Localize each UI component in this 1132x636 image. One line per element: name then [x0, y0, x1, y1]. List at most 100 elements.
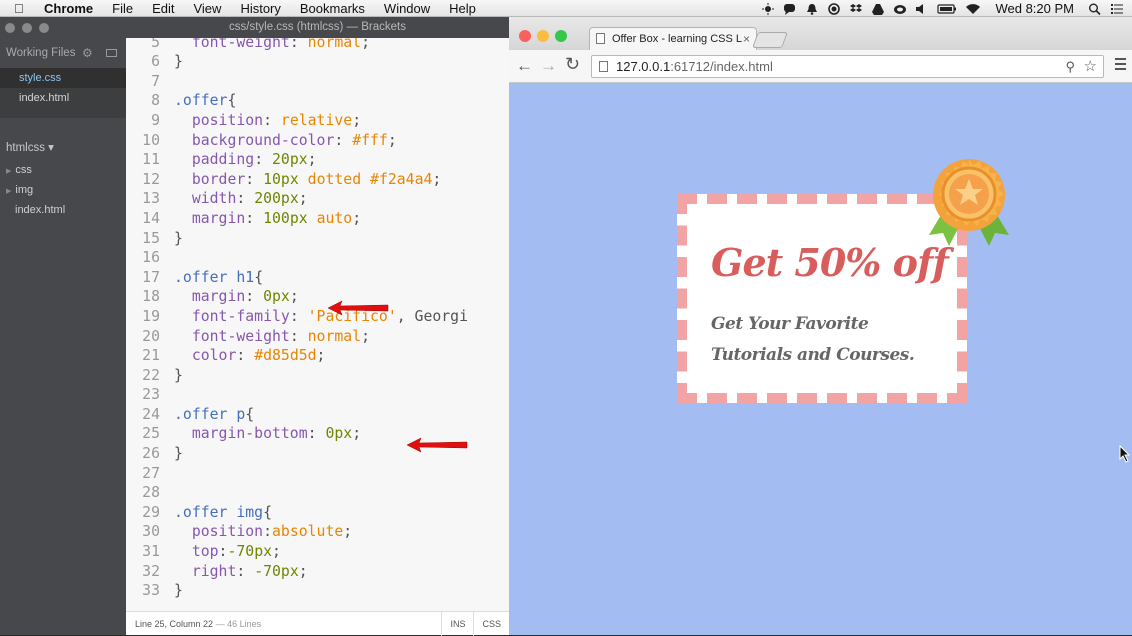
- code-line[interactable]: 18 margin: 0px;: [126, 287, 509, 307]
- menu-history[interactable]: History: [240, 1, 280, 16]
- forward-icon[interactable]: →: [540, 56, 557, 76]
- code-line[interactable]: 14 margin: 100px auto;: [126, 209, 509, 229]
- apple-icon[interactable]: : [14, 1, 34, 16]
- creative-cloud-icon[interactable]: [893, 3, 907, 15]
- chrome-minimize-button[interactable]: [537, 30, 549, 42]
- line-count: — 46 Lines: [215, 618, 262, 629]
- code-line[interactable]: 32 right: -70px;: [126, 562, 509, 582]
- code-token: ;: [298, 190, 308, 208]
- code-token: ;: [289, 288, 299, 306]
- code-line[interactable]: 11 padding: 20px;: [126, 150, 509, 170]
- code-line[interactable]: 21 color: #d85d5d;: [126, 346, 509, 366]
- insert-mode-toggle[interactable]: INS: [441, 611, 473, 636]
- project-dropdown[interactable]: htmlcss ▾: [0, 136, 126, 160]
- code-token: color: [174, 347, 237, 365]
- code-line[interactable]: 6}: [126, 52, 509, 72]
- page-icon: [596, 33, 605, 44]
- chrome-close-button[interactable]: [519, 30, 531, 42]
- notification-center-icon[interactable]: [1110, 3, 1124, 15]
- menubar-clock[interactable]: Wed 8:20 PM: [995, 1, 1074, 16]
- brightness-icon[interactable]: [761, 2, 775, 15]
- code-token: dotted: [307, 170, 362, 188]
- menu-app-name[interactable]: Chrome: [44, 1, 93, 16]
- window-zoom-button[interactable]: [39, 23, 49, 33]
- working-files-list: style.css index.html: [0, 68, 126, 108]
- code-line[interactable]: 27: [126, 464, 509, 484]
- menu-window[interactable]: Window: [384, 1, 430, 16]
- spotlight-icon[interactable]: [1088, 3, 1102, 15]
- address-bar[interactable]: 127.0.0.1:61712/index.html ⚲ ☆: [591, 55, 1104, 78]
- working-files-header: Working Files ⚙: [0, 38, 126, 68]
- code-line[interactable]: 28: [126, 483, 509, 503]
- close-tab-icon[interactable]: ×: [743, 28, 750, 50]
- code-token: padding: [174, 151, 255, 169]
- code-line[interactable]: 15}: [126, 229, 509, 249]
- arrow-annotation-icon: [406, 437, 468, 453]
- new-tab-button[interactable]: [752, 32, 788, 48]
- browser-tab[interactable]: Offer Box - learning CSS L ×: [589, 27, 757, 50]
- volume-icon[interactable]: [915, 3, 929, 15]
- menu-help[interactable]: Help: [449, 1, 476, 16]
- gear-icon[interactable]: ⚙: [82, 46, 93, 60]
- back-icon[interactable]: ←: [516, 56, 533, 76]
- code-token: 200px: [254, 190, 299, 208]
- code-line[interactable]: 20 font-weight: normal;: [126, 327, 509, 347]
- code-line[interactable]: 16: [126, 248, 509, 268]
- star-icon[interactable]: ☆: [1084, 56, 1097, 77]
- language-selector[interactable]: CSS: [473, 611, 509, 636]
- menu-file[interactable]: File: [112, 1, 133, 16]
- wifi-icon[interactable]: [965, 3, 981, 15]
- menu-edit[interactable]: Edit: [152, 1, 174, 16]
- code-line[interactable]: 23: [126, 385, 509, 405]
- code-line[interactable]: 33}: [126, 581, 509, 601]
- tree-item-label: css: [15, 164, 32, 176]
- code-line[interactable]: 19 font-family: 'Pacifico', Georgi: [126, 307, 509, 327]
- code-line[interactable]: 10 background-color: #fff;: [126, 131, 509, 151]
- split-icon[interactable]: [106, 49, 117, 57]
- battery-icon[interactable]: [937, 3, 957, 15]
- code-line[interactable]: 7: [126, 72, 509, 92]
- code-line[interactable]: 30 position:absolute;: [126, 522, 509, 542]
- code-editor[interactable]: 4 font-family: 'Pacifico', Georg5 font-w…: [126, 17, 509, 611]
- tree-folder-css[interactable]: ▶ css: [0, 160, 126, 180]
- tree-file-index-html[interactable]: index.html: [0, 200, 126, 220]
- code-token: margin: [174, 288, 246, 306]
- window-close-button[interactable]: [5, 23, 15, 33]
- dropbox-icon[interactable]: [849, 3, 863, 15]
- working-file-style-css[interactable]: style.css: [0, 68, 126, 88]
- code-token: .offer img: [174, 503, 264, 521]
- code-line[interactable]: 31 top:-70px;: [126, 542, 509, 562]
- menu-bookmarks[interactable]: Bookmarks: [300, 1, 365, 16]
- menu-icon[interactable]: [1115, 58, 1126, 73]
- code-line[interactable]: 8 .offer{: [126, 91, 509, 111]
- record-icon[interactable]: [827, 2, 841, 15]
- line-number: 18: [142, 288, 160, 306]
- chrome-zoom-button[interactable]: [555, 30, 567, 42]
- code-token: :: [236, 562, 255, 580]
- menu-view[interactable]: View: [193, 1, 221, 16]
- chat-icon[interactable]: [783, 3, 797, 15]
- tab-title: Offer Box - learning CSS L: [612, 33, 743, 45]
- code-token: :: [334, 131, 353, 149]
- notification-icon[interactable]: [805, 3, 819, 15]
- code-line[interactable]: 29 .offer img{: [126, 503, 509, 523]
- code-line[interactable]: 17 .offer h1{: [126, 268, 509, 288]
- url-host: 127.0.0.1: [616, 59, 671, 74]
- tree-folder-img[interactable]: ▶ img: [0, 180, 126, 200]
- zoom-icon[interactable]: ⚲: [1065, 56, 1075, 77]
- code-token: 10px: [263, 170, 299, 188]
- code-line[interactable]: 24 .offer p{: [126, 405, 509, 425]
- chevron-right-icon: ▶: [6, 168, 12, 175]
- code-line[interactable]: 22}: [126, 366, 509, 386]
- window-minimize-button[interactable]: [22, 23, 32, 33]
- code-token: font-family: [174, 307, 290, 325]
- drive-icon[interactable]: [871, 3, 885, 15]
- code-token: 20px: [272, 151, 308, 169]
- code-line[interactable]: 13 width: 200px;: [126, 189, 509, 209]
- code-line[interactable]: 12 border: 10px dotted #f2a4a4;: [126, 170, 509, 190]
- code-line[interactable]: 9 position: relative;: [126, 111, 509, 131]
- reload-icon[interactable]: ↻: [565, 54, 580, 75]
- code-token: }: [174, 366, 183, 384]
- working-file-index-html[interactable]: index.html: [0, 88, 126, 108]
